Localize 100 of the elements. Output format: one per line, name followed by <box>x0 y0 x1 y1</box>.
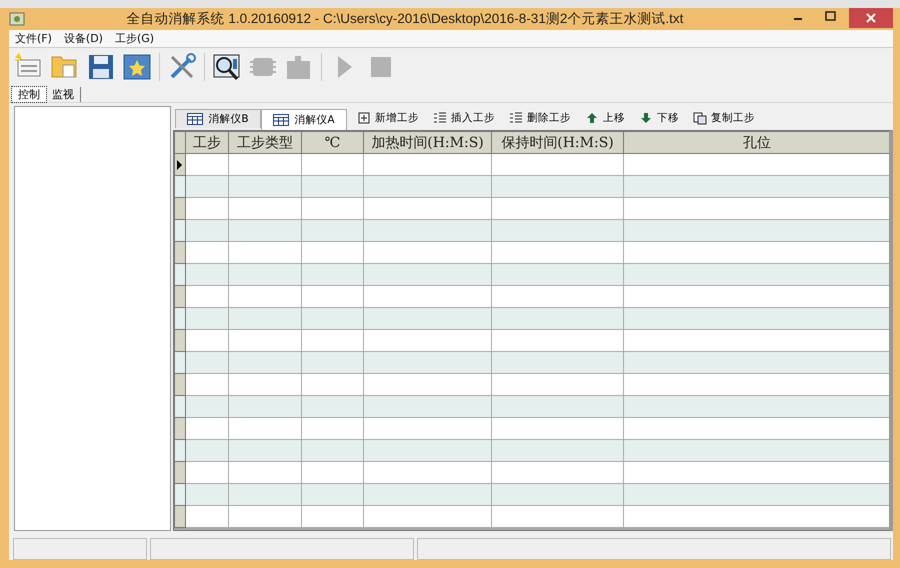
table-cell[interactable] <box>624 418 889 440</box>
panel-tab[interactable]: 监视 <box>46 87 81 102</box>
table-cell[interactable] <box>624 374 889 396</box>
table-cell[interactable] <box>492 176 624 198</box>
table-cell[interactable] <box>186 374 228 396</box>
table-cell[interactable] <box>624 440 889 462</box>
table-cell[interactable] <box>302 352 364 374</box>
device-tab[interactable]: 消解仪A <box>261 109 347 130</box>
table-cell[interactable] <box>492 308 624 330</box>
table-cell[interactable] <box>624 506 889 528</box>
table-cell[interactable] <box>364 484 492 506</box>
table-cell[interactable] <box>624 352 889 374</box>
step-action-button[interactable]: 插入工步 <box>433 111 495 125</box>
table-cell[interactable] <box>186 396 228 418</box>
menu-item[interactable]: 工步(G) <box>114 31 154 46</box>
table-cell[interactable] <box>302 396 364 418</box>
table-cell[interactable] <box>302 264 364 286</box>
table-cell[interactable] <box>228 220 302 242</box>
table-cell[interactable] <box>228 418 302 440</box>
table-cell[interactable] <box>492 264 624 286</box>
table-cell[interactable] <box>186 462 228 484</box>
table-cell[interactable] <box>492 440 624 462</box>
step-action-button[interactable]: 新增工步 <box>357 111 419 125</box>
table-cell[interactable] <box>302 242 364 264</box>
table-cell[interactable] <box>364 352 492 374</box>
table-cell[interactable] <box>624 286 889 308</box>
step-action-button[interactable]: 上移 <box>585 111 625 125</box>
table-cell[interactable] <box>228 352 302 374</box>
table-cell[interactable] <box>186 440 228 462</box>
table-cell[interactable] <box>186 264 228 286</box>
table-cell[interactable] <box>492 198 624 220</box>
column-header[interactable]: 保持时间(H:M:S) <box>492 132 624 154</box>
table-cell[interactable] <box>186 242 228 264</box>
menu-item[interactable]: 设备(D) <box>64 31 103 46</box>
table-cell[interactable] <box>492 484 624 506</box>
table-cell[interactable] <box>228 242 302 264</box>
table-cell[interactable] <box>228 264 302 286</box>
table-cell[interactable] <box>364 176 492 198</box>
table-cell[interactable] <box>364 374 492 396</box>
table-cell[interactable] <box>228 506 302 528</box>
table-cell[interactable] <box>186 220 228 242</box>
table-cell[interactable] <box>228 484 302 506</box>
table-cell[interactable] <box>492 330 624 352</box>
table-cell[interactable] <box>186 352 228 374</box>
table-cell[interactable] <box>624 198 889 220</box>
table-cell[interactable] <box>364 418 492 440</box>
close-button[interactable] <box>849 8 893 28</box>
table-cell[interactable] <box>624 462 889 484</box>
table-cell[interactable] <box>302 286 364 308</box>
table-cell[interactable] <box>624 330 889 352</box>
table-cell[interactable] <box>364 242 492 264</box>
table-cell[interactable] <box>186 418 228 440</box>
column-header[interactable]: 加热时间(H:M:S) <box>364 132 492 154</box>
table-cell[interactable] <box>228 462 302 484</box>
table-cell[interactable] <box>186 308 228 330</box>
table-cell[interactable] <box>364 462 492 484</box>
column-header[interactable]: ℃ <box>302 132 364 154</box>
table-cell[interactable] <box>364 220 492 242</box>
table-cell[interactable] <box>364 154 492 176</box>
table-cell[interactable] <box>302 220 364 242</box>
table-cell[interactable] <box>624 264 889 286</box>
table-cell[interactable] <box>302 176 364 198</box>
table-cell[interactable] <box>364 440 492 462</box>
device-tab[interactable]: 消解仪B <box>175 109 261 128</box>
table-cell[interactable] <box>228 396 302 418</box>
table-cell[interactable] <box>186 286 228 308</box>
table-cell[interactable] <box>302 374 364 396</box>
table-cell[interactable] <box>186 154 228 176</box>
table-cell[interactable] <box>364 264 492 286</box>
table-cell[interactable] <box>186 484 228 506</box>
table-cell[interactable] <box>364 330 492 352</box>
menu-item[interactable]: 文件(F) <box>15 31 52 46</box>
table-cell[interactable] <box>302 308 364 330</box>
table-cell[interactable] <box>624 242 889 264</box>
table-cell[interactable] <box>624 396 889 418</box>
table-cell[interactable] <box>492 242 624 264</box>
table-cell[interactable] <box>302 462 364 484</box>
table-cell[interactable] <box>302 418 364 440</box>
table-cell[interactable] <box>302 484 364 506</box>
step-action-button[interactable]: 下移 <box>639 111 679 125</box>
table-cell[interactable] <box>228 330 302 352</box>
table-cell[interactable] <box>302 198 364 220</box>
table-cell[interactable] <box>492 462 624 484</box>
table-cell[interactable] <box>302 330 364 352</box>
table-cell[interactable] <box>186 176 228 198</box>
table-cell[interactable] <box>492 154 624 176</box>
table-cell[interactable] <box>492 374 624 396</box>
table-cell[interactable] <box>364 198 492 220</box>
table-cell[interactable] <box>492 286 624 308</box>
table-cell[interactable] <box>228 198 302 220</box>
table-cell[interactable] <box>186 198 228 220</box>
table-cell[interactable] <box>492 220 624 242</box>
table-cell[interactable] <box>302 154 364 176</box>
table-cell[interactable] <box>492 418 624 440</box>
table-cell[interactable] <box>492 506 624 528</box>
table-cell[interactable] <box>492 396 624 418</box>
table-cell[interactable] <box>228 154 302 176</box>
step-action-button[interactable]: 复制工步 <box>693 111 755 125</box>
column-header[interactable]: 孔位 <box>624 132 889 154</box>
table-cell[interactable] <box>186 330 228 352</box>
